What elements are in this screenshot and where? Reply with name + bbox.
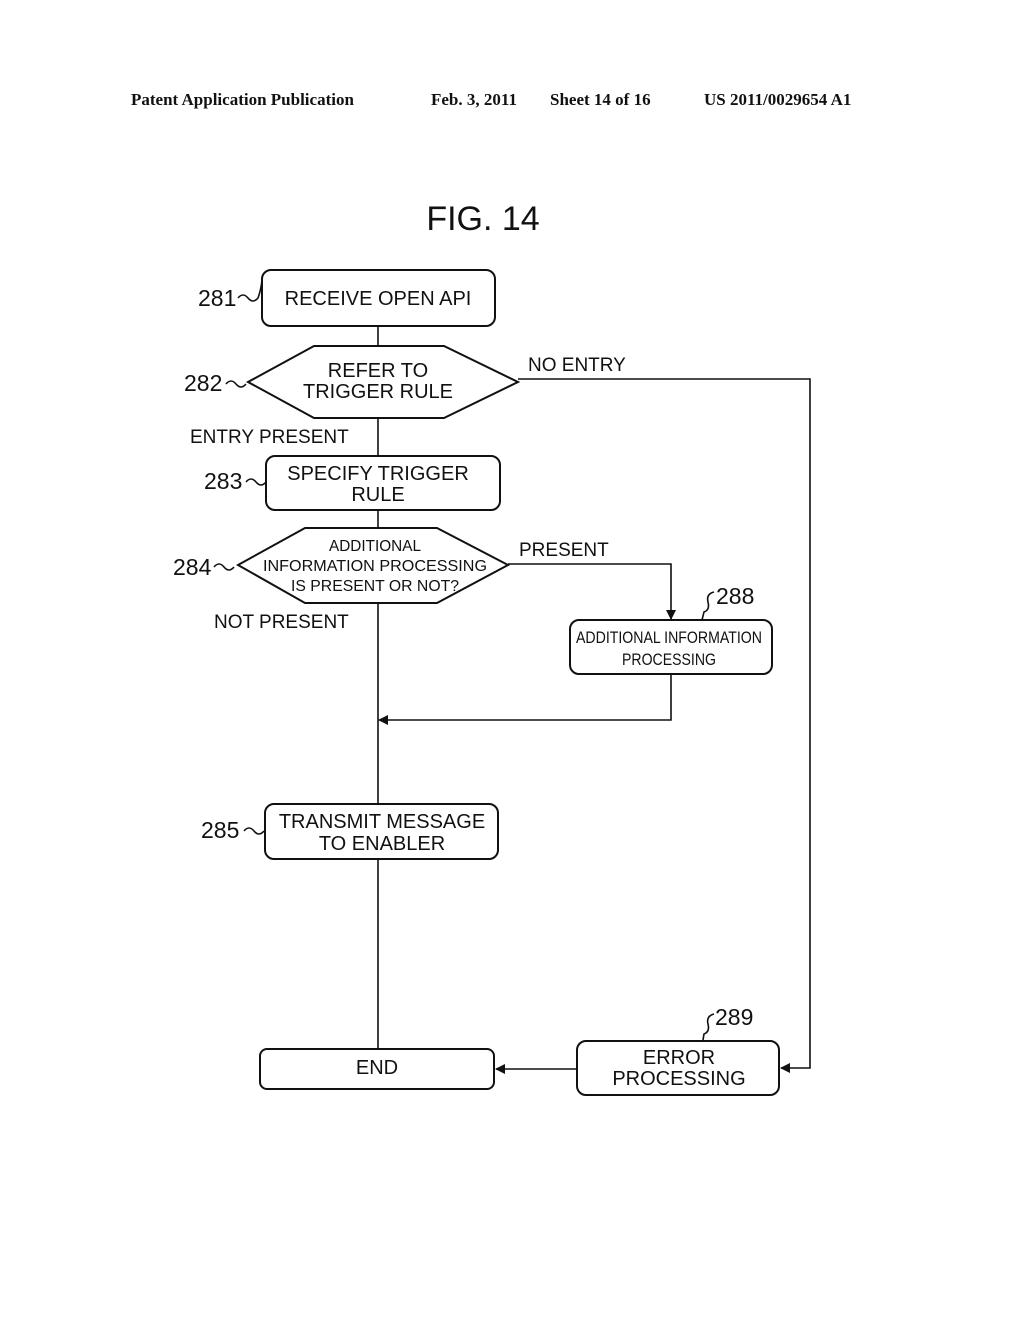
ref-288: 288 xyxy=(716,583,754,609)
node-284-line-2: INFORMATION PROCESSING xyxy=(263,558,487,575)
node-285-line-2: TO ENABLER xyxy=(319,833,445,855)
leader-282 xyxy=(225,380,247,388)
node-283-line-1: SPECIFY TRIGGER xyxy=(287,463,469,485)
node-281-label: RECEIVE OPEN API xyxy=(285,288,472,310)
node-282-line-1: REFER TO xyxy=(328,360,428,382)
node-283-specify-trigger-rule: SPECIFY TRIGGER RULE 283 xyxy=(204,455,501,511)
node-285-transmit-message: TRANSMIT MESSAGE TO ENABLER 285 xyxy=(201,803,499,860)
node-288-line-1: ADDITIONAL INFORMATION xyxy=(576,628,762,647)
label-entry-present: ENTRY PRESENT xyxy=(190,427,349,448)
label-no-entry: NO ENTRY xyxy=(528,355,626,376)
node-285-line-1: TRANSMIT MESSAGE xyxy=(279,811,485,833)
node-end: END xyxy=(259,1048,495,1090)
node-284-additional-info-decision: ADDITIONAL INFORMATION PROCESSING IS PRE… xyxy=(173,527,511,604)
node-284-line-3: IS PRESENT OR NOT? xyxy=(291,578,459,595)
node-end-label: END xyxy=(356,1057,398,1079)
ref-283: 283 xyxy=(204,468,242,494)
node-281-receive-open-api: RECEIVE OPEN API 281 xyxy=(198,269,496,327)
edge-288-merge xyxy=(378,674,672,725)
leader-289 xyxy=(702,1013,715,1041)
node-282-line-2: TRIGGER RULE xyxy=(303,381,453,403)
node-289-line-1: ERROR xyxy=(643,1047,715,1069)
edge-282-289 xyxy=(518,378,811,1073)
leader-285 xyxy=(243,827,265,835)
ref-281: 281 xyxy=(198,285,236,311)
ref-284: 284 xyxy=(173,554,212,580)
leader-281 xyxy=(237,279,263,302)
label-present: PRESENT xyxy=(519,540,609,561)
leader-284 xyxy=(213,563,235,571)
node-284-line-1: ADDITIONAL xyxy=(329,538,421,555)
flowchart: RECEIVE OPEN API 281 REFER TO TRIGGER RU… xyxy=(173,269,811,1096)
ref-289: 289 xyxy=(715,1004,753,1030)
node-289-line-2: PROCESSING xyxy=(612,1068,745,1090)
leader-283 xyxy=(245,478,267,486)
ref-285: 285 xyxy=(201,817,239,843)
node-289-error-processing: ERROR PROCESSING 289 xyxy=(576,1004,780,1096)
label-not-present: NOT PRESENT xyxy=(214,612,349,633)
edge-284-288 xyxy=(508,563,676,620)
ref-282: 282 xyxy=(184,370,222,396)
node-283-line-2: RULE xyxy=(351,484,404,506)
node-288-line-2: PROCESSING xyxy=(622,650,716,669)
connectors xyxy=(377,326,811,1074)
node-282-refer-to-trigger-rule: REFER TO TRIGGER RULE 282 xyxy=(184,345,521,419)
leader-288 xyxy=(701,591,715,621)
